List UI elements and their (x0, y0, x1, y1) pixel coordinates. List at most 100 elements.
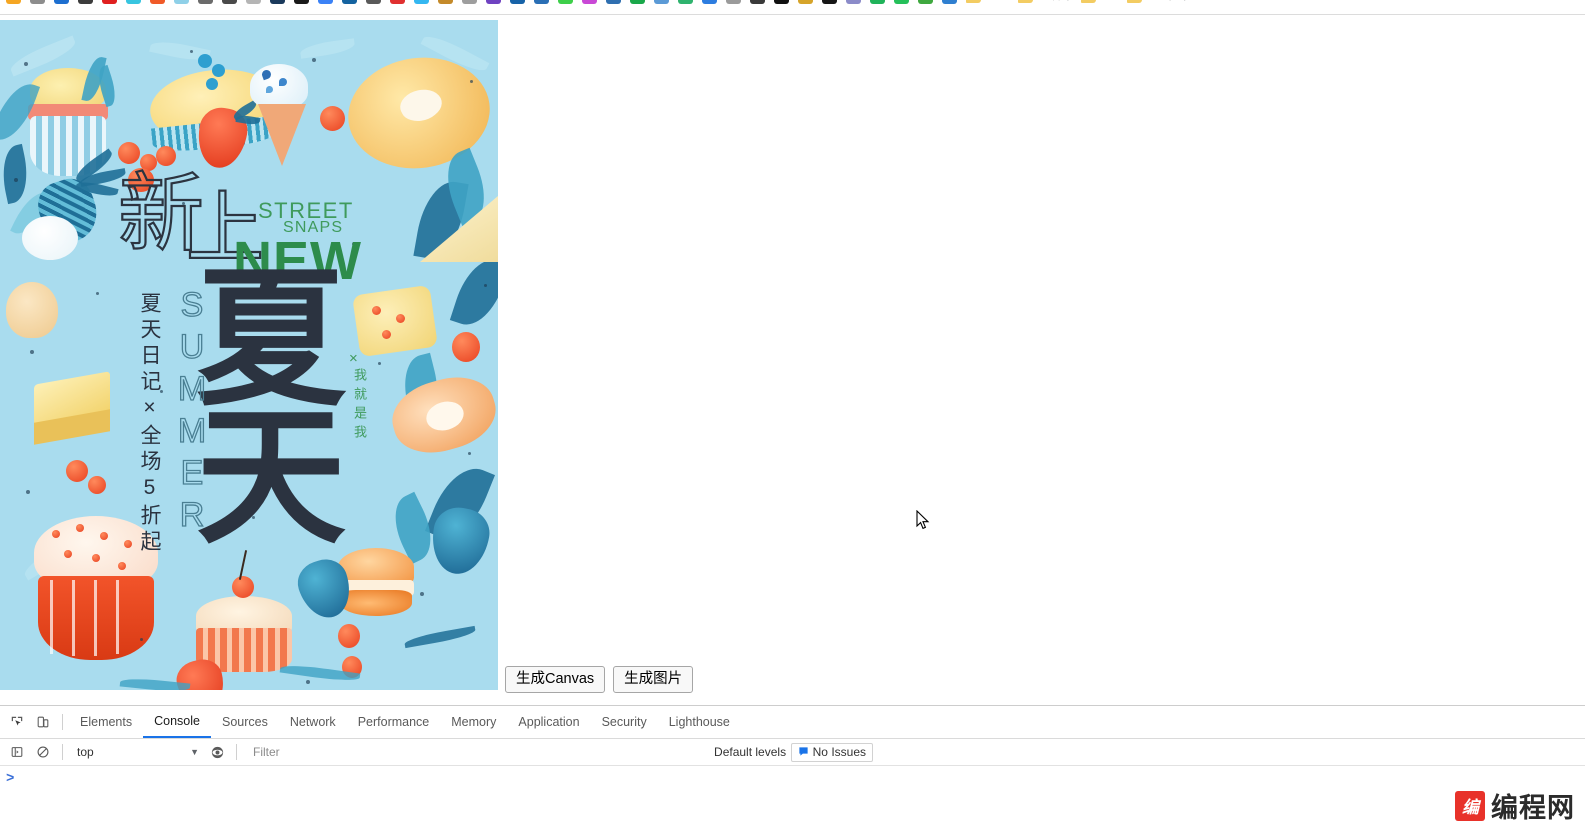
issues-badge[interactable]: No Issues (791, 743, 873, 762)
bookmark-folder[interactable]: UI设计 (1018, 0, 1072, 7)
bookmark-item[interactable] (366, 0, 381, 7)
bookmark-item[interactable] (342, 0, 357, 7)
bookmark-favicon-icon (318, 0, 333, 4)
devtools-tab-memory[interactable]: Memory (440, 706, 507, 738)
bookmark-item[interactable] (846, 0, 861, 7)
bookmark-item[interactable] (702, 0, 717, 7)
bookmark-item[interactable] (510, 0, 525, 7)
devtools-tab-application[interactable]: Application (507, 706, 590, 738)
bookmark-item[interactable] (174, 0, 189, 7)
bookmark-item[interactable] (6, 0, 21, 7)
execution-context-select[interactable]: top ▼ (69, 742, 204, 762)
bookmark-item[interactable] (294, 0, 309, 7)
summer-promo-poster: 新 上 STREET SNAPS NEW 夏 天 SUMMER 夏天日记×全场5… (0, 20, 498, 690)
bookmark-folder-label: web框架 Node (1146, 0, 1221, 7)
bookmark-favicon-icon (894, 0, 909, 4)
devtools-tab-elements[interactable]: Elements (69, 706, 143, 738)
generate-image-button[interactable]: 生成图片 (613, 666, 693, 693)
console-filter-input[interactable]: Filter (253, 742, 613, 762)
bookmark-item[interactable] (798, 0, 813, 7)
bookmark-item[interactable] (198, 0, 213, 7)
bookmark-item[interactable] (78, 0, 93, 7)
generate-canvas-button[interactable]: 生成Canvas (505, 666, 605, 693)
bookmark-item[interactable] (918, 0, 933, 7)
bookmark-folder[interactable]: web框架 Node (1127, 0, 1221, 7)
console-output-area: > (0, 766, 1585, 834)
bookmark-favicon-icon (486, 0, 501, 4)
site-watermark: 编 编程网 (1455, 786, 1575, 825)
bookmark-favicon-icon (942, 0, 957, 4)
bookmark-item[interactable] (270, 0, 285, 7)
device-toolbar-icon[interactable] (30, 709, 56, 735)
bookmark-item[interactable] (30, 0, 45, 7)
bookmark-favicon-icon (222, 0, 237, 4)
bookmark-item[interactable] (822, 0, 837, 7)
clear-console-icon[interactable] (30, 739, 56, 765)
bookmark-item[interactable] (438, 0, 453, 7)
bookmark-favicon-icon (174, 0, 189, 4)
log-levels-select[interactable]: Default levels ▼ (714, 745, 799, 759)
chevron-down-icon: ▼ (190, 747, 199, 757)
issues-label: No Issues (813, 745, 866, 759)
bookmark-favicon-icon (774, 0, 789, 4)
devtools-tab-console[interactable]: Console (143, 706, 211, 738)
bookmark-item[interactable] (150, 0, 165, 7)
bookmark-item[interactable] (606, 0, 621, 7)
folder-icon (966, 0, 981, 3)
bookmark-item[interactable] (414, 0, 429, 7)
console-prompt-input[interactable] (18, 771, 1585, 787)
bookmark-item[interactable] (486, 0, 501, 7)
console-sidebar-icon[interactable] (4, 739, 30, 765)
mouse-cursor-icon (916, 510, 930, 530)
watermark-logo-icon: 编 (1455, 791, 1485, 821)
devtools-tab-network[interactable]: Network (279, 706, 347, 738)
devtools-tab-performance[interactable]: Performance (347, 706, 441, 738)
bookmark-favicon-icon (102, 0, 117, 4)
bookmark-favicon-icon (918, 0, 933, 4)
execution-context-value: top (77, 745, 94, 759)
bookmark-folder[interactable]: tools (966, 0, 1009, 7)
bookmark-item[interactable] (678, 0, 693, 7)
poster-big-xia: 夏 (196, 272, 346, 410)
poster-promo-vertical: 夏天日记×全场5折起 (134, 292, 164, 556)
page-viewport: 新 上 STREET SNAPS NEW 夏 天 SUMMER 夏天日记×全场5… (0, 15, 1585, 705)
poster-x-mark: × (349, 350, 358, 367)
bookmark-item[interactable] (54, 0, 69, 7)
devtools-tab-sources[interactable]: Sources (211, 706, 279, 738)
bookmark-item[interactable] (942, 0, 957, 7)
bookmark-folder[interactable]: vue (1081, 0, 1119, 7)
bookmark-item[interactable] (102, 0, 117, 7)
bookmark-favicon-icon (438, 0, 453, 4)
bookmark-item[interactable] (582, 0, 597, 7)
bookmark-item[interactable] (462, 0, 477, 7)
bookmark-item[interactable] (774, 0, 789, 7)
bookmark-item[interactable] (246, 0, 261, 7)
bookmark-favicon-icon (510, 0, 525, 4)
bookmark-item[interactable] (870, 0, 885, 7)
bookmark-favicon-icon (30, 0, 45, 4)
bookmark-favicon-icon (630, 0, 645, 4)
bookmark-item[interactable] (534, 0, 549, 7)
bookmark-item[interactable] (750, 0, 765, 7)
devtools-tab-security[interactable]: Security (591, 706, 658, 738)
live-expression-icon[interactable] (204, 739, 230, 765)
devtools-tab-lighthouse[interactable]: Lighthouse (658, 706, 741, 738)
bookmark-favicon-icon (798, 0, 813, 4)
bookmark-item[interactable] (558, 0, 573, 7)
bookmark-item[interactable] (126, 0, 141, 7)
console-toolbar-divider-2 (236, 744, 237, 760)
bookmark-item[interactable] (630, 0, 645, 7)
inspect-element-icon[interactable] (4, 709, 30, 735)
bookmark-item[interactable] (894, 0, 909, 7)
bookmark-favicon-icon (534, 0, 549, 4)
bookmark-item[interactable] (726, 0, 741, 7)
bookmark-favicon-icon (414, 0, 429, 4)
bookmark-favicon-icon (558, 0, 573, 4)
bookmark-item[interactable] (222, 0, 237, 7)
bookmark-favicon-icon (462, 0, 477, 4)
bookmark-item[interactable] (318, 0, 333, 7)
bookmark-item[interactable] (654, 0, 669, 7)
bookmark-favicon-icon (846, 0, 861, 4)
bookmark-item[interactable] (390, 0, 405, 7)
bookmark-favicon-icon (678, 0, 693, 4)
